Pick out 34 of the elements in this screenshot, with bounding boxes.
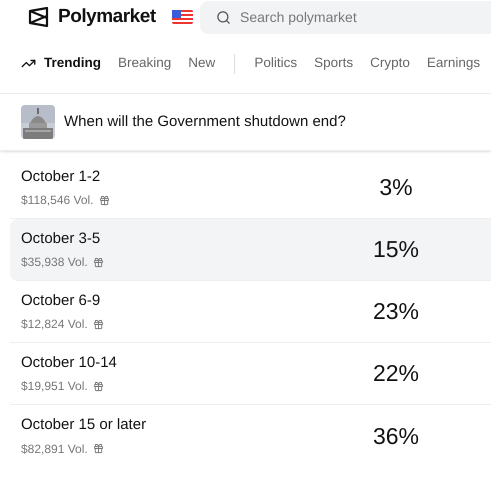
gift-icon [92,380,104,392]
outcome-name: October 1-2 [21,166,102,187]
nav-tab[interactable]: Trending [21,53,101,74]
gift-icon [92,318,104,330]
outcome-name: October 6-9 [21,290,102,311]
nav-tab[interactable]: Earnings [426,53,480,74]
outcome-row[interactable]: October 3-5 $35,938 Vol. 15% [10,219,491,281]
volume-text: $19,951 Vol. [21,378,88,396]
chance-value: 15% [372,235,420,264]
search-icon [216,10,231,24]
gift-icon [92,443,104,454]
nav-tab[interactable]: New [188,53,216,74]
outcome-name: October 15 or later [21,415,148,436]
nav-tab[interactable]: Sports [314,53,354,74]
nav-tab[interactable]: Politics [254,53,298,74]
nav-tab[interactable]: Breaking [118,53,172,74]
outcome-name: October 10-14 [21,352,118,373]
chance-value: 3% [378,173,414,202]
brand-name: Polymarket [58,4,156,29]
nav-tab[interactable]: Crypto [370,53,410,74]
gift-icon [98,194,110,206]
volume-text: $118,546 Vol. [21,192,94,210]
chance-value: 22% [372,359,420,388]
market-title: When will the Government shutdown end? [64,112,346,132]
volume-text: $35,938 Vol. [21,254,88,272]
volume-text: $82,891 Vol. [21,440,88,458]
chance-value: 36% [372,422,420,451]
outcome-name: October 3-5 [21,228,102,249]
gift-icon [92,256,104,268]
chance-value: 23% [372,297,420,326]
flag-icon [172,10,193,24]
search-field[interactable]: Search polymarket [200,0,491,34]
volume-text: $12,824 Vol. [21,316,88,334]
logo-icon [28,7,50,27]
